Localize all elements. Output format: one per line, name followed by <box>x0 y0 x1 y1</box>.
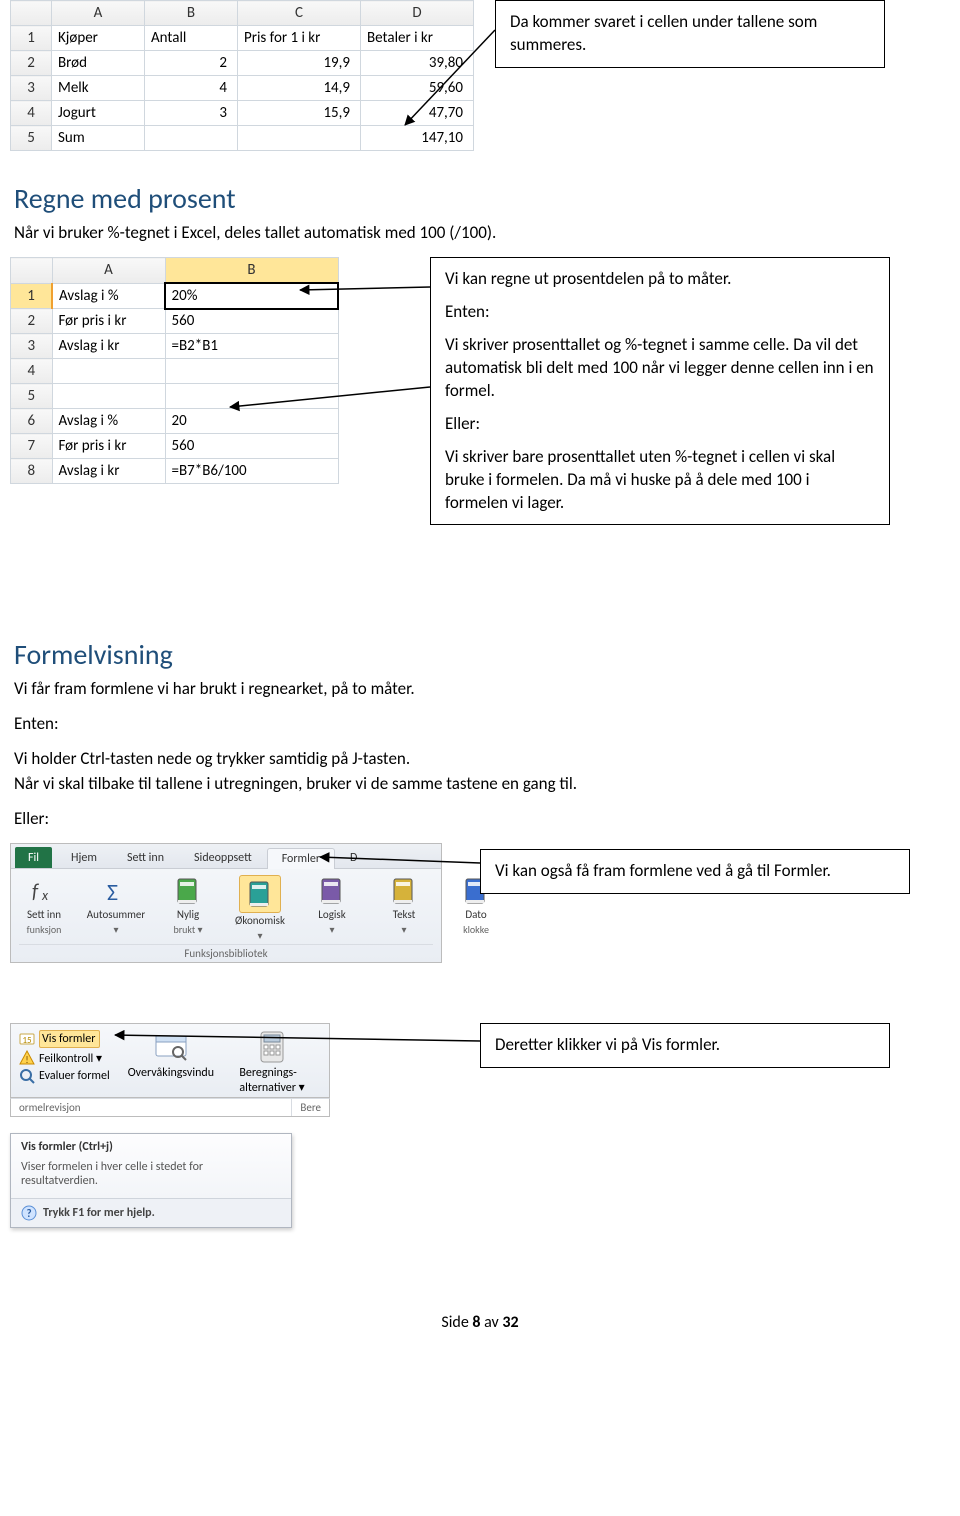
tab-d[interactable]: D <box>335 847 372 868</box>
section-label-ormelrevisjon: ormelrevisjon <box>11 1099 291 1116</box>
svg-text:x: x <box>41 887 49 904</box>
back-line: Når vi skal tilbake til tallene i utregn… <box>14 773 946 794</box>
tooltip-body: Viser formelen i hver celle i stedet for… <box>11 1156 291 1198</box>
watch-window-button[interactable]: Overvåkingsvindu <box>128 1030 214 1080</box>
col-B: B <box>165 258 338 284</box>
ribbon-formler: Fil Hjem Sett inn Sideoppsett Formler D … <box>10 843 442 963</box>
section-label-bere: Bere <box>291 1099 329 1116</box>
help-icon: ? <box>21 1205 37 1221</box>
callout-sum-result: Da kommer svaret i cellen under tallene … <box>495 0 885 68</box>
enten-label: Enten: <box>14 713 946 734</box>
fx-icon: fx <box>28 875 60 907</box>
svg-text:?: ? <box>26 1207 31 1220</box>
svg-text:!: ! <box>25 1053 28 1066</box>
tab-fil[interactable]: Fil <box>15 847 52 868</box>
callout-click-vis-formler: Deretter klikker vi på Vis formler. <box>480 1023 890 1068</box>
ribbon-logisk[interactable]: Logisk▾ <box>307 875 357 942</box>
feilkontroll-button[interactable]: ! Feilkontroll ▾ <box>19 1050 110 1066</box>
ribbon-section-label: Funksjonsbibliotek <box>19 944 433 962</box>
evaluate-formula-icon <box>19 1068 35 1084</box>
calculator-icon <box>255 1030 289 1064</box>
eller-label: Eller: <box>14 808 946 829</box>
tab-hjem[interactable]: Hjem <box>56 847 112 868</box>
excel-table-percent: A B 1Avslag i %20% 2Før pris i kr560 3Av… <box>10 257 339 484</box>
sigma-icon: Σ <box>100 875 132 907</box>
book-green-icon <box>172 875 204 907</box>
book-teal-icon <box>239 875 281 913</box>
tab-formler[interactable]: Formler <box>267 848 335 869</box>
intro-text-prosent: Når vi bruker %-tegnet i Excel, deles ta… <box>14 222 946 243</box>
tooltip-help-text: Trykk F1 for mer hjelp. <box>43 1206 155 1220</box>
svg-text:f: f <box>32 880 40 904</box>
excel-table-shopping: A B C D 1KjøperAntallPris for 1 i krBeta… <box>10 0 474 151</box>
ctrl-j-line: Vi holder Ctrl-tasten nede og trykker sa… <box>14 748 946 769</box>
svg-text:Σ: Σ <box>107 878 118 906</box>
vis-formler-button[interactable]: 15 Vis formler <box>19 1030 110 1048</box>
tab-sideoppsett[interactable]: Sideoppsett <box>179 847 267 868</box>
callout-go-to-formler: Vi kan også få fram formlene ved å gå ti… <box>480 849 910 894</box>
watch-window-icon <box>154 1030 188 1064</box>
col-A: A <box>52 1 145 26</box>
heading-regne-med-prosent: Regne med prosent <box>14 181 946 216</box>
ribbon-tekst[interactable]: Tekst▾ <box>379 875 429 942</box>
tooltip-vis-formler: Vis formler (Ctrl+j) Viser formelen i hv… <box>10 1133 292 1228</box>
tooltip-title: Vis formler (Ctrl+j) <box>11 1134 291 1156</box>
book-yellow-icon <box>388 875 420 907</box>
ribbon-formula-auditing: 15 Vis formler ! Feilkontroll ▾ <box>10 1023 330 1098</box>
ribbon-økonomisk[interactable]: Økonomisk▾ <box>235 875 285 942</box>
col-A: A <box>52 258 165 284</box>
col-D: D <box>361 1 474 26</box>
ribbon-autosummer[interactable]: ΣAutosummer▾ <box>91 875 141 942</box>
evaluer-formel-button[interactable]: Evaluer formel <box>19 1068 110 1084</box>
book-purple-icon <box>316 875 348 907</box>
ribbon-sett-inn[interactable]: fxSett innfunksjon <box>19 875 69 942</box>
error-check-icon: ! <box>19 1050 35 1066</box>
page-footer: Side 8 av 32 <box>0 1313 960 1332</box>
calc-options-button[interactable]: Beregnings-alternativer ▾ <box>232 1030 312 1095</box>
svg-text:15: 15 <box>22 1035 32 1046</box>
heading-formelvisning: Formelvisning <box>14 637 946 672</box>
show-formulas-icon: 15 <box>19 1031 35 1047</box>
ribbon-nylig[interactable]: Nyligbrukt ▾ <box>163 875 213 942</box>
col-B: B <box>145 1 238 26</box>
col-C: C <box>238 1 361 26</box>
formelvisning-intro: Vi får fram formlene vi har brukt i regn… <box>14 678 946 699</box>
tab-sett-inn[interactable]: Sett inn <box>112 847 179 868</box>
callout-percent-methods: Vi kan regne ut prosentdelen på to måter… <box>430 257 890 525</box>
